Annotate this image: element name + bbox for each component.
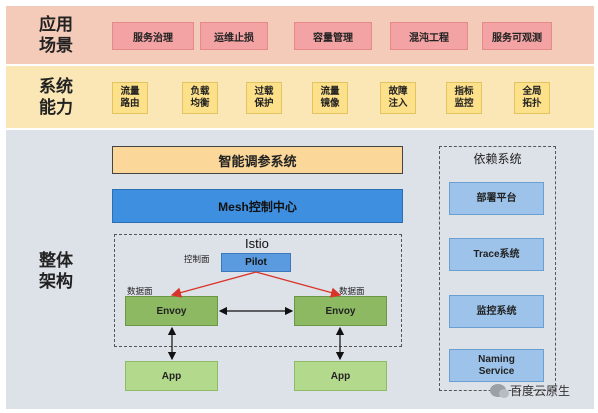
pilot-to-envoy-arrow — [255, 271, 342, 298]
dependency-box: 监控系统 — [449, 295, 544, 328]
wechat-icon — [490, 384, 509, 398]
watermark: 百度云原生 — [490, 382, 570, 399]
pilot-to-envoy-arrow — [170, 271, 257, 298]
watermark-text: 百度云原生 — [510, 384, 571, 398]
dependency-box: Naming Service — [449, 349, 544, 382]
dependency-box: 部署平台 — [449, 182, 544, 215]
dependency-box: Trace系统 — [449, 238, 544, 271]
dependency-title: 依赖系统 — [473, 152, 522, 166]
